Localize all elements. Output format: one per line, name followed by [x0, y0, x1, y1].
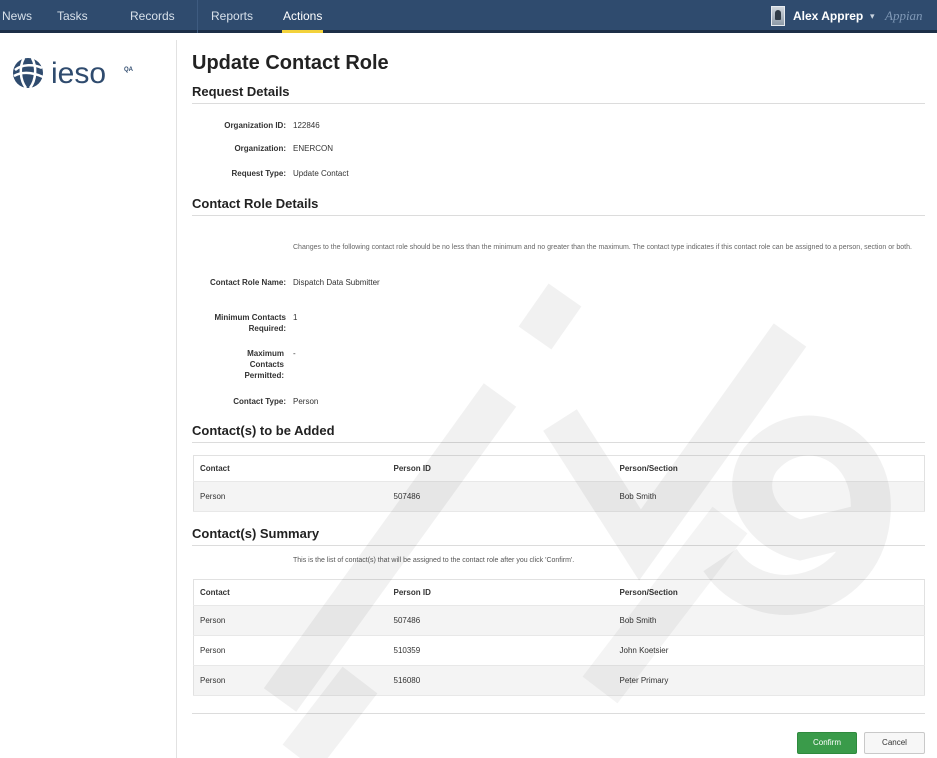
tab-reports[interactable]: Reports: [211, 0, 253, 33]
person-section-cell: Bob Smith: [613, 605, 925, 636]
org-id-value: 122846: [293, 121, 320, 130]
summary-note: This is the list of contact(s) that will…: [293, 557, 575, 564]
summary-contacts-table: Contact Person ID Person/Section Person …: [193, 579, 925, 696]
top-nav: News Tasks Records Reports Actions Alex …: [0, 0, 937, 33]
table-row: Person 507486 Bob Smith: [193, 481, 925, 512]
section-contacts-added: Contact(s) to be Added: [192, 423, 335, 438]
logo-text: ieso: [51, 57, 107, 90]
max-contacts-label: Maximum Contacts Permitted:: [244, 349, 284, 380]
globe-icon: [13, 57, 44, 89]
column-header: Person/Section: [613, 579, 925, 606]
section-divider: [192, 442, 925, 443]
min-contacts-label: Minimum Contacts Required:: [214, 313, 286, 333]
person-section-cell: Bob Smith: [613, 481, 925, 512]
column-header: Contact: [193, 455, 388, 482]
cancel-button[interactable]: Cancel: [864, 732, 925, 754]
appian-brand: Appian: [885, 8, 923, 23]
org-value: ENERCON: [293, 144, 334, 153]
role-name-value: Dispatch Data Submitter: [293, 278, 380, 287]
section-role-details: Contact Role Details: [192, 196, 319, 211]
column-header: Contact: [193, 579, 388, 606]
table-header-row: Contact Person ID Person/Section: [193, 455, 925, 482]
tab-records[interactable]: Records: [130, 0, 175, 33]
max-contacts-value: -: [293, 349, 296, 358]
page-title: Update Contact Role: [192, 52, 389, 74]
section-request-details: Request Details: [192, 84, 290, 99]
person-id-cell: 507486: [387, 605, 614, 636]
table-row: Person 507486 Bob Smith: [193, 605, 925, 636]
table-header-row: Contact Person ID Person/Section: [193, 579, 925, 606]
sidebar-divider: [176, 40, 177, 758]
column-header: Person ID: [387, 579, 614, 606]
tab-actions[interactable]: Actions: [281, 0, 324, 33]
user-avatar-icon[interactable]: [771, 6, 785, 26]
section-contacts-summary: Contact(s) Summary: [192, 526, 320, 541]
person-id-cell: 507486: [387, 481, 614, 512]
tab-news[interactable]: News: [2, 0, 32, 33]
contact-cell: Person: [193, 635, 388, 666]
request-type-label: Request Type:: [231, 169, 286, 178]
env-badge: QA: [124, 67, 133, 73]
confirm-button[interactable]: Confirm: [797, 732, 857, 754]
added-contacts-table: Contact Person ID Person/Section Person …: [193, 455, 925, 512]
person-section-cell: Peter Primary: [613, 665, 925, 696]
person-id-cell: 516080: [387, 665, 614, 696]
role-name-label: Contact Role Name:: [209, 278, 286, 287]
request-type-value: Update Contact: [293, 169, 349, 178]
section-divider: [192, 103, 925, 104]
org-id-label: Organization ID:: [224, 121, 286, 130]
column-header: Person/Section: [613, 455, 925, 482]
role-change-note: Changes to the following contact role sh…: [293, 244, 912, 251]
column-header: Person ID: [387, 455, 614, 482]
contact-type-label: Contact Type:: [233, 397, 286, 406]
min-contacts-value: 1: [293, 313, 298, 322]
table-row: Person 516080 Peter Primary: [193, 665, 925, 696]
contact-cell: Person: [193, 481, 388, 512]
section-divider: [192, 215, 925, 216]
user-name[interactable]: Alex Apprep: [793, 0, 863, 32]
person-section-cell: John Koetsier: [613, 635, 925, 666]
contact-cell: Person: [193, 665, 388, 696]
ieso-logo: ieso QA: [10, 55, 160, 100]
footer-divider: [192, 713, 925, 714]
contact-cell: Person: [193, 605, 388, 636]
section-divider: [192, 545, 925, 546]
chevron-down-icon[interactable]: ▾: [870, 0, 875, 32]
table-row: Person 510359 John Koetsier: [193, 635, 925, 666]
org-label: Organization:: [234, 144, 286, 153]
contact-type-value: Person: [293, 397, 319, 406]
user-menu[interactable]: Alex Apprep ▾ Appian: [767, 0, 937, 33]
person-id-cell: 510359: [387, 635, 614, 666]
tab-tasks[interactable]: Tasks: [57, 0, 88, 33]
nav-divider: [197, 0, 198, 33]
